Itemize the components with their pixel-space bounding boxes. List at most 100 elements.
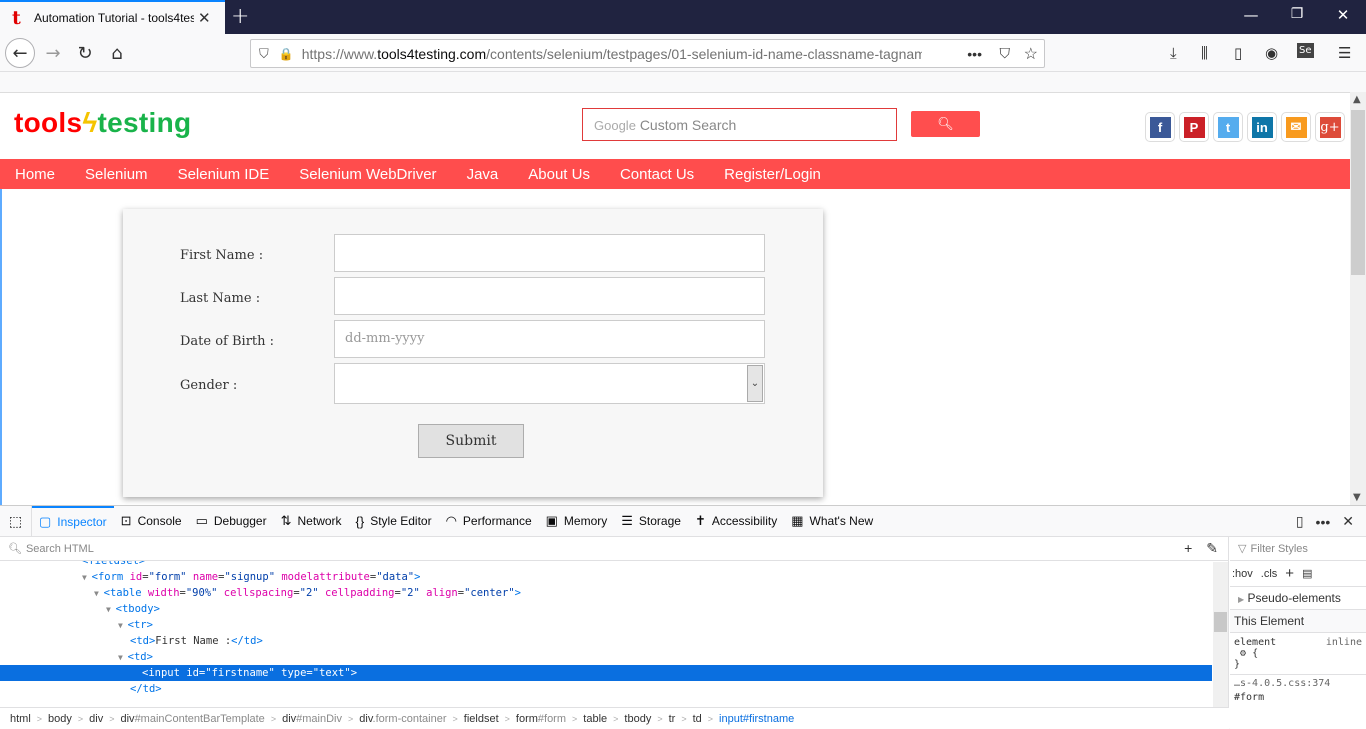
breadcrumb-item[interactable]: tbody: [624, 713, 651, 725]
breadcrumb-item[interactable]: input#firstname: [719, 713, 794, 725]
tab-inspector[interactable]: ▢Inspector: [32, 506, 114, 537]
downloads-icon[interactable]: ⤓: [1170, 44, 1177, 62]
reload-button[interactable]: ↻: [70, 38, 100, 68]
page-scrollbar[interactable]: ▲ ▼: [1350, 92, 1366, 505]
tab-style-editor[interactable]: {}Style Editor: [349, 506, 439, 537]
breadcrumb-item[interactable]: td: [693, 713, 702, 725]
breadcrumb-item[interactable]: fieldset: [464, 713, 499, 725]
site-logo[interactable]: toolsϟtesting: [14, 107, 191, 139]
breadcrumb-item[interactable]: body: [48, 713, 72, 725]
breadcrumb-item[interactable]: div.form-container: [359, 713, 446, 725]
scroll-up-icon[interactable]: ▲: [1353, 94, 1361, 105]
lock-icon[interactable]: 🔒: [279, 47, 294, 61]
breadcrumb-item[interactable]: tr: [669, 713, 676, 725]
breadcrumb-item[interactable]: html: [10, 713, 31, 725]
new-tab-icon[interactable]: +: [231, 4, 249, 29]
scroll-down-icon[interactable]: ▼: [1353, 492, 1361, 503]
tab-storage[interactable]: ☰Storage: [614, 506, 688, 537]
breadcrumb-item[interactable]: div#mainContentBarTemplate: [121, 713, 265, 725]
markup-node[interactable]: ▼ <table width="90%" cellspacing="2" cel…: [0, 585, 1228, 601]
window-close-icon[interactable]: ✕: [1328, 6, 1358, 24]
browser-tab[interactable]: t Automation Tutorial - tools4testing ✕: [0, 0, 225, 34]
menu-contact-us[interactable]: Contact Us: [620, 166, 694, 183]
menu-about-us[interactable]: About Us: [528, 166, 590, 183]
url-text[interactable]: https://www.tools4testing.com/contents/s…: [302, 46, 922, 62]
menu-selenium-ide[interactable]: Selenium IDE: [178, 166, 270, 183]
menu-selenium-webdriver[interactable]: Selenium WebDriver: [299, 166, 436, 183]
first-name-input[interactable]: [334, 234, 765, 272]
last-name-input[interactable]: [334, 277, 765, 315]
markup-node[interactable]: </td>: [0, 681, 1228, 697]
back-button[interactable]: ←: [5, 38, 35, 68]
menu-home[interactable]: Home: [15, 166, 55, 183]
selected-markup-node[interactable]: <input id="firstname" type="text">: [0, 665, 1212, 681]
url-bar[interactable]: ⛉ 🔒 https://www.tools4testing.com/conten…: [250, 39, 1045, 68]
markup-scrollbar-thumb[interactable]: [1214, 612, 1227, 632]
tab-memory[interactable]: ▣Memory: [539, 506, 615, 537]
markup-node[interactable]: <td>First Name :</td>: [0, 633, 1228, 649]
markup-node[interactable]: ▼ <form id="form" name="signup" modelatt…: [0, 569, 1228, 585]
breadcrumb-item[interactable]: table: [583, 713, 607, 725]
bookmark-star-icon[interactable]: ☆: [1024, 44, 1038, 64]
filter-styles-input[interactable]: ▽ Filter Styles: [1230, 537, 1366, 561]
menu-register-login[interactable]: Register/Login: [724, 166, 821, 183]
markup-node[interactable]: ▼ <tbody>: [0, 601, 1228, 617]
selenium-ide-icon[interactable]: Se: [1297, 43, 1314, 58]
print-media-icon[interactable]: ▤: [1302, 567, 1312, 580]
tab-network[interactable]: ⇅Network: [274, 506, 349, 537]
sidebar-icon[interactable]: ▯: [1234, 44, 1242, 62]
tab-accessibility[interactable]: ✝Accessibility: [688, 506, 784, 537]
tab-console[interactable]: ⊡Console: [114, 506, 189, 537]
stylesheet-link[interactable]: …s-4.0.5.css:374: [1230, 675, 1366, 692]
markup-node[interactable]: <fieldset>: [0, 561, 1228, 569]
hov-toggle[interactable]: :hov: [1232, 568, 1253, 580]
account-icon[interactable]: ◉: [1265, 44, 1278, 62]
rules-toolbar: :hov .cls + ▤: [1230, 561, 1366, 587]
twitter-share-button[interactable]: t: [1213, 112, 1243, 142]
gender-select[interactable]: ⌄: [334, 363, 765, 404]
menu-java[interactable]: Java: [467, 166, 499, 183]
menu-selenium[interactable]: Selenium: [85, 166, 148, 183]
site-search-input[interactable]: Google Custom Search: [582, 108, 897, 141]
pseudo-elements-section[interactable]: ▶ Pseudo-elements: [1230, 587, 1366, 610]
email-share-button[interactable]: ✉: [1281, 112, 1311, 142]
cls-toggle[interactable]: .cls: [1261, 568, 1278, 580]
element-rule[interactable]: element inline ⚙ { }: [1230, 633, 1366, 675]
page-actions-icon[interactable]: •••: [967, 46, 982, 62]
close-tab-icon[interactable]: ✕: [198, 9, 211, 27]
linkedin-share-button[interactable]: in: [1247, 112, 1277, 142]
devtools-close-icon[interactable]: ✕: [1342, 513, 1354, 530]
home-button[interactable]: ⌂: [102, 38, 132, 68]
markup-node[interactable]: ▼ <tr>: [0, 617, 1228, 633]
search-html-input[interactable]: 🔍︎ Search HTML +✎: [0, 537, 1228, 561]
page-scrollbar-thumb[interactable]: [1351, 110, 1365, 275]
pinterest-share-button[interactable]: P: [1179, 112, 1209, 142]
restore-icon[interactable]: ❐: [1282, 6, 1312, 22]
tab-whats-new[interactable]: ▦What's New: [784, 506, 880, 537]
submit-button[interactable]: Submit: [418, 424, 524, 458]
tab-debugger[interactable]: ▭Debugger: [189, 506, 274, 537]
breadcrumb-item[interactable]: div: [89, 713, 103, 725]
facebook-share-button[interactable]: f: [1145, 112, 1175, 142]
chevron-down-icon[interactable]: ⌄: [747, 365, 763, 402]
google-plus-share-button[interactable]: g+: [1315, 112, 1345, 142]
devtools-options-icon[interactable]: •••: [1316, 514, 1331, 530]
minimize-icon[interactable]: —: [1236, 6, 1266, 24]
library-icon[interactable]: ⫼: [1201, 44, 1208, 62]
dob-input[interactable]: dd-mm-yyyy: [334, 320, 765, 358]
add-rule-icon[interactable]: +: [1285, 565, 1294, 582]
markup-node[interactable]: ▼ <td>: [0, 649, 1228, 665]
site-search-button[interactable]: 🔍︎: [911, 111, 980, 137]
pocket-icon[interactable]: ⛉: [1000, 45, 1011, 62]
hamburger-menu-icon[interactable]: ☰: [1338, 44, 1351, 62]
markup-scrollbar[interactable]: [1213, 562, 1228, 715]
tab-performance[interactable]: ◠Performance: [439, 506, 539, 537]
responsive-design-icon[interactable]: ▯: [1296, 513, 1304, 530]
element-picker-button[interactable]: ⬚: [0, 506, 32, 537]
breadcrumb-item[interactable]: div#mainDiv: [282, 713, 342, 725]
add-node-icon[interactable]: +: [1184, 540, 1192, 556]
tracking-shield-icon[interactable]: ⛉: [259, 46, 269, 62]
breadcrumb-item[interactable]: form#form: [516, 713, 566, 725]
eyedropper-icon[interactable]: ✎: [1206, 540, 1218, 556]
forward-button[interactable]: →: [38, 38, 68, 68]
